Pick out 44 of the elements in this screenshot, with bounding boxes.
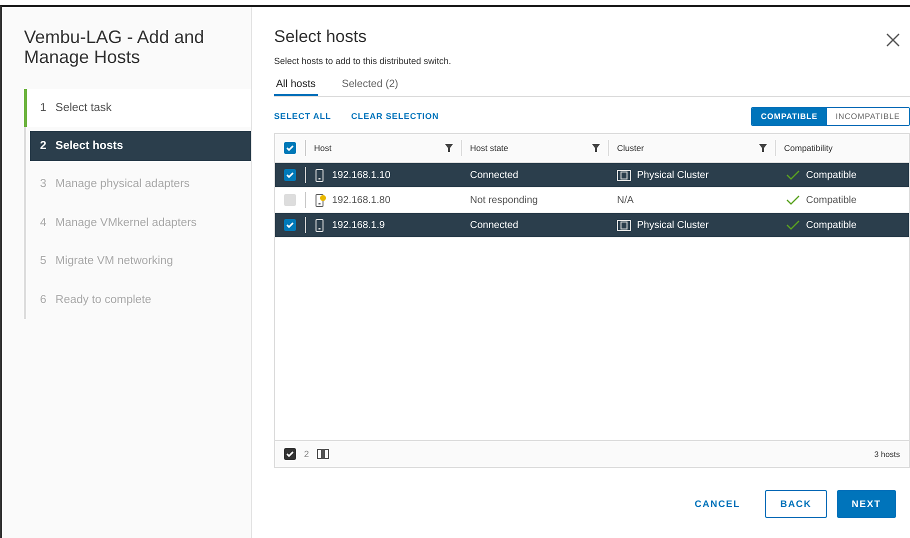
back-button[interactable]: BACK (765, 490, 827, 518)
filter-icon[interactable] (592, 144, 600, 152)
filter-icon[interactable] (759, 144, 767, 152)
row-checkbox[interactable] (284, 169, 296, 181)
action-link[interactable]: CLEAR SELECTION (351, 111, 439, 121)
column-header[interactable]: Cluster (617, 143, 644, 153)
cluster-name: Physical Cluster (637, 170, 709, 180)
columns-icon[interactable] (317, 449, 330, 459)
selected-count: 2 (304, 449, 310, 459)
check-icon (786, 195, 800, 205)
wizard-title: Vembu-LAG - Add and Manage Hosts (24, 27, 206, 67)
table-row[interactable]: 192.168.1.10 Connected Physical Cluster Compatible (275, 163, 909, 188)
page-title: Select hosts (274, 27, 367, 47)
close-icon[interactable] (886, 33, 900, 47)
filter-toggle[interactable]: COMPATIBLE (752, 108, 827, 124)
host-name: 192.168.1.9 (332, 220, 385, 230)
cluster-name: Physical Cluster (637, 220, 709, 230)
cluster-name: N/A (617, 194, 634, 206)
check-icon (786, 170, 800, 180)
wizard-step[interactable]: 2 Select hosts (30, 131, 251, 161)
compatibility-status: Compatible (806, 220, 857, 230)
wizard-step[interactable]: 1 Select task (24, 89, 251, 127)
host-state: Connected (469, 220, 520, 230)
column-header[interactable]: Compatibility (784, 143, 833, 153)
filter-icon[interactable] (445, 144, 453, 152)
table-row[interactable]: 192.168.1.9 Connected Physical Cluster Compatible (275, 213, 909, 238)
host-name: 192.168.1.80 (332, 194, 390, 206)
host-state: Connected (469, 170, 520, 180)
selected-count-icon (284, 448, 296, 460)
host-state: Not responding (469, 194, 539, 206)
select-all-checkbox[interactable] (284, 142, 296, 154)
tab[interactable]: Selected (2) (340, 74, 400, 96)
compatibility-status: Compatible (806, 194, 857, 206)
check-icon (786, 220, 800, 230)
column-header[interactable]: Host (314, 143, 332, 153)
column-header[interactable]: Host state (470, 143, 508, 153)
host-name: 192.168.1.10 (332, 170, 390, 180)
page-subtitle: Select hosts to add to this distributed switch. (274, 56, 452, 66)
row-checkbox[interactable] (284, 219, 296, 231)
host-count: 3 hosts (874, 450, 900, 458)
next-button[interactable]: NEXT (836, 490, 896, 518)
tab[interactable]: All hosts (274, 74, 318, 96)
action-link[interactable]: SELECT ALL (274, 111, 332, 121)
compatibility-status: Compatible (806, 170, 857, 180)
